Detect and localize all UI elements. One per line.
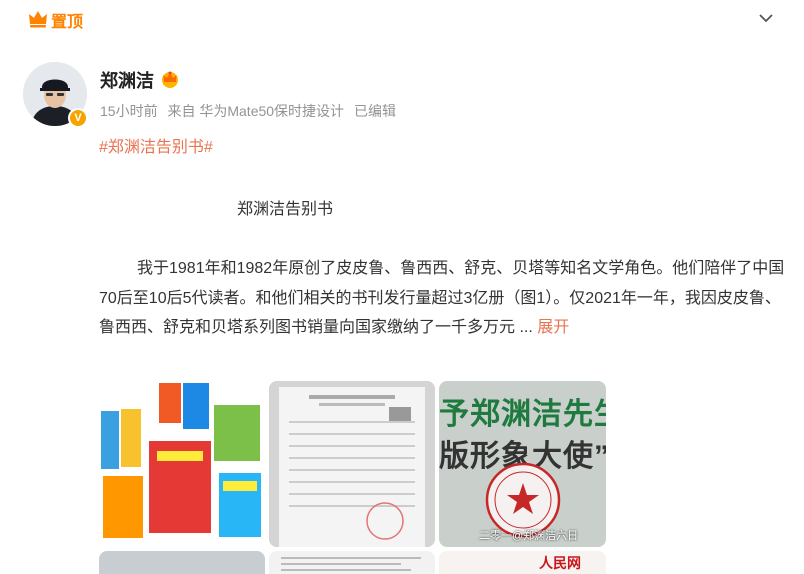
hashtag-link[interactable]: #郑渊洁告别书# [99,133,213,157]
pinned-header: 置顶 [0,0,804,40]
username[interactable]: 郑渊洁 [100,67,154,93]
chevron-down-icon[interactable] [758,12,774,24]
verified-badge-icon: V [68,108,88,128]
image-thumbnail-4[interactable] [99,551,265,574]
image-thumbnail-1[interactable] [99,381,265,547]
tax-certificate-image [269,381,435,547]
image-thumbnail-2[interactable] [269,381,435,547]
image-thumbnail-3[interactable]: 予郑渊洁先生 版形象大使” 二零一@郑渊洁六日 [439,381,606,547]
vip-crown-icon[interactable] [160,69,180,89]
document-preview-image [281,557,421,571]
crown-icon [29,11,47,28]
expand-link[interactable]: 展开 [537,319,569,336]
post-body-text: 我于1981年和1982年原创了皮皮鲁、鲁西西、舒克、贝塔等知名文学角色。他们陪… [99,260,785,336]
book-covers-image [99,381,265,547]
image-thumbnail-5[interactable] [269,551,435,574]
image-thumbnail-6[interactable]: 人民网 [439,551,606,574]
post-time[interactable]: 15小时前 [100,103,158,119]
post-meta: 15小时前 来自 华为Mate50保时捷设计 已编辑 [100,101,402,121]
post-body: 我于1981年和1982年原创了皮皮鲁、鲁西西、舒克、贝塔等知名文学角色。他们陪… [99,254,789,343]
renmin-logo: 人民网 [539,555,581,571]
post-title: 郑渊洁告别书 [237,201,334,218]
image-watermark: 二零一@郑渊洁六日 [479,530,579,542]
pinned-label: 置顶 [51,14,84,31]
edited-label[interactable]: 已编辑 [354,103,396,119]
ambassador-sign-text-1: 予郑渊洁先生 [439,398,606,431]
post-source: 来自 华为Mate50保时捷设计 [167,103,345,119]
